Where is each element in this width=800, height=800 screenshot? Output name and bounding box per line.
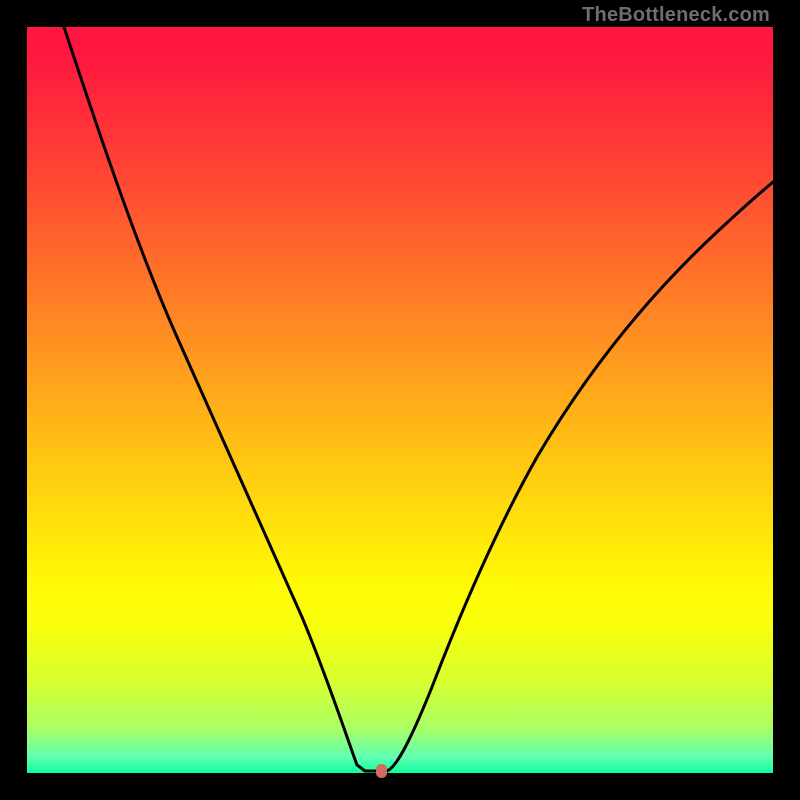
optimal-point-marker [376, 764, 387, 778]
chart-frame: TheBottleneck.com [0, 0, 800, 800]
bottleneck-curve [27, 27, 773, 773]
curve-path [64, 27, 773, 771]
watermark-text: TheBottleneck.com [582, 4, 770, 27]
